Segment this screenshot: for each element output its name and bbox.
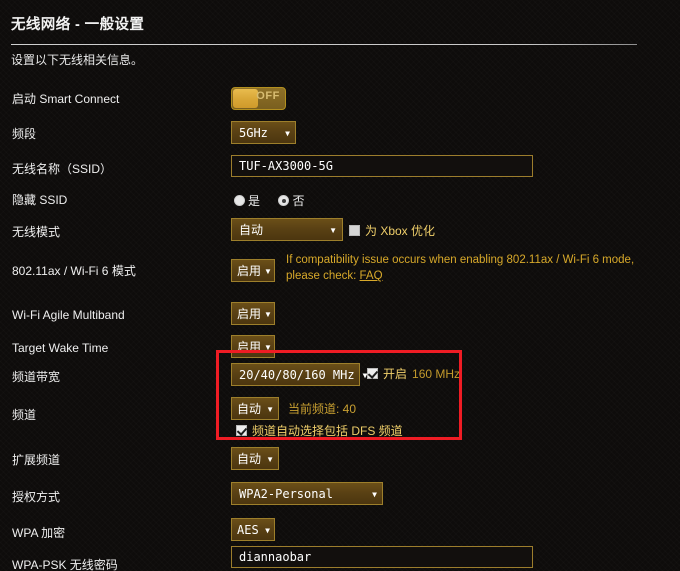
auth-method-select[interactable]: WPA2-Personal ▼ — [231, 482, 383, 505]
band-select-value: 5GHz — [239, 125, 268, 140]
target-wake-time-select[interactable]: 启用 ▼ — [231, 335, 275, 358]
chevron-down-icon: ▼ — [372, 489, 377, 499]
wpa-encryption-select[interactable]: AES ▼ — [231, 518, 275, 541]
enable-160mhz-label-num: 160 MHz — [412, 366, 461, 381]
channel-bandwidth-select[interactable]: 20/40/80/160 MHz ▼ — [231, 363, 367, 386]
ax-mode-hint-prefix: please check: — [286, 270, 357, 282]
agile-multiband-select[interactable]: 启用 ▼ — [231, 302, 275, 325]
label-ax-mode: 802.11ax / Wi-Fi 6 模式 — [12, 264, 136, 278]
current-channel-note: 当前频道: 40 — [288, 400, 356, 418]
label-wpa-encryption: WPA 加密 — [12, 526, 66, 540]
page-subtitle: 设置以下无线相关信息。 — [11, 53, 144, 67]
xbox-optimize-wrap: 为 Xbox 优化 — [349, 222, 435, 241]
faq-link[interactable]: FAQ — [360, 270, 383, 282]
agile-multiband-select-value: 启用 — [237, 307, 262, 321]
title-divider — [11, 44, 637, 45]
toggle-state-label: OFF — [256, 90, 280, 102]
target-wake-time-field: 启用 ▼ — [231, 335, 275, 358]
radio-no-indicator — [278, 195, 290, 206]
smart-connect-toggle[interactable]: OFF — [231, 87, 286, 110]
label-band: 频段 — [12, 127, 37, 141]
radio-yes-indicator — [234, 195, 245, 206]
chevron-down-icon: ▼ — [329, 225, 337, 235]
page-title: 无线网络 - 一般设置 — [11, 17, 145, 33]
ax-mode-select-value: 启用 — [237, 264, 262, 278]
chevron-down-icon: ▼ — [264, 342, 272, 352]
label-smart-connect: 启动 Smart Connect — [12, 92, 120, 106]
auth-method-select-value: WPA2-Personal — [239, 486, 333, 501]
label-channel: 频道 — [12, 408, 37, 422]
dfs-label: 频道自动选择包括 DFS 频道 — [252, 424, 403, 438]
ax-mode-hint-line2: please check: FAQ — [286, 268, 634, 284]
wireless-general-settings-page: 无线网络 - 一般设置 设置以下无线相关信息。 启动 Smart Connect… — [0, 0, 680, 571]
ax-mode-field: 启用 ▼ — [231, 259, 275, 282]
xbox-optimize-box — [349, 225, 360, 236]
enable-160mhz-label-cjk: 开启 — [383, 367, 408, 381]
radio-yes-label: 是 — [248, 194, 261, 208]
hide-ssid-radio-group: 是 否 — [234, 192, 318, 211]
ax-mode-select[interactable]: 启用 ▼ — [231, 259, 275, 282]
page-header: 无线网络 - 一般设置 — [11, 16, 637, 45]
xbox-optimize-label: 为 Xbox 优化 — [365, 224, 436, 238]
wireless-mode-select[interactable]: 自动 ▼ — [231, 218, 343, 241]
hide-ssid-radio-yes[interactable]: 是 — [234, 192, 260, 209]
auth-method-field: WPA2-Personal ▼ — [231, 482, 383, 505]
wpa-psk-field — [231, 546, 533, 568]
dfs-checkbox[interactable]: 频道自动选择包括 DFS 频道 — [236, 422, 403, 439]
toggle-knob — [233, 89, 258, 108]
label-channel-bandwidth: 频道带宽 — [12, 370, 61, 384]
label-auth-method: 授权方式 — [12, 490, 61, 504]
wpa-encryption-select-value: AES — [237, 522, 259, 537]
channel-field: 自动 ▼ — [231, 397, 279, 420]
enable-160mhz-box — [367, 368, 378, 379]
label-wpa-psk: WPA-PSK 无线密码 — [12, 558, 118, 571]
channel-bandwidth-field: 20/40/80/160 MHz ▼ — [231, 363, 367, 386]
extension-channel-field: 自动 ▼ — [231, 447, 279, 470]
dfs-box — [236, 425, 247, 436]
chevron-down-icon: ▼ — [266, 404, 274, 414]
label-target-wake-time: Target Wake Time — [12, 341, 109, 355]
band-field: 5GHz ▼ — [231, 121, 296, 144]
wpa-psk-input[interactable] — [231, 546, 533, 568]
chevron-down-icon: ▼ — [264, 309, 272, 319]
smart-connect-toggle-wrap: OFF — [231, 87, 286, 110]
label-extension-channel: 扩展频道 — [12, 453, 61, 467]
ax-mode-hint: If compatibility issue occurs when enabl… — [286, 252, 634, 284]
ssid-field — [231, 155, 533, 177]
channel-select[interactable]: 自动 ▼ — [231, 397, 279, 420]
ssid-input[interactable] — [231, 155, 533, 177]
band-select[interactable]: 5GHz ▼ — [231, 121, 296, 144]
dfs-wrap: 频道自动选择包括 DFS 频道 — [236, 422, 403, 441]
channel-bandwidth-select-value: 20/40/80/160 MHz — [239, 367, 355, 382]
label-agile-multiband: Wi-Fi Agile Multiband — [12, 308, 125, 322]
chevron-down-icon: ▼ — [264, 266, 272, 276]
extension-channel-select[interactable]: 自动 ▼ — [231, 447, 279, 470]
chevron-down-icon: ▼ — [285, 128, 290, 138]
enable-160mhz-checkbox[interactable]: 开启 160 MHz — [367, 365, 460, 382]
chevron-down-icon: ▼ — [265, 525, 270, 535]
enable-160mhz-wrap: 开启 160 MHz — [367, 365, 460, 384]
wireless-mode-select-value: 自动 — [239, 223, 264, 237]
wireless-mode-field: 自动 ▼ — [231, 218, 343, 241]
target-wake-time-select-value: 启用 — [237, 340, 262, 354]
extension-channel-select-value: 自动 — [237, 452, 262, 466]
current-channel-text: 当前频道: 40 — [288, 402, 357, 416]
label-wireless-mode: 无线模式 — [12, 225, 61, 239]
agile-multiband-field: 启用 ▼ — [231, 302, 275, 325]
ax-mode-hint-line1: If compatibility issue occurs when enabl… — [286, 254, 635, 266]
xbox-optimize-checkbox[interactable]: 为 Xbox 优化 — [349, 222, 435, 239]
chevron-down-icon: ▼ — [266, 454, 274, 464]
label-ssid: 无线名称（SSID） — [12, 162, 113, 176]
channel-select-value: 自动 — [237, 402, 262, 416]
radio-no-label: 否 — [292, 194, 305, 208]
label-hide-ssid: 隐藏 SSID — [12, 193, 68, 207]
wpa-encryption-field: AES ▼ — [231, 518, 275, 541]
hide-ssid-radio-no[interactable]: 否 — [278, 192, 304, 209]
